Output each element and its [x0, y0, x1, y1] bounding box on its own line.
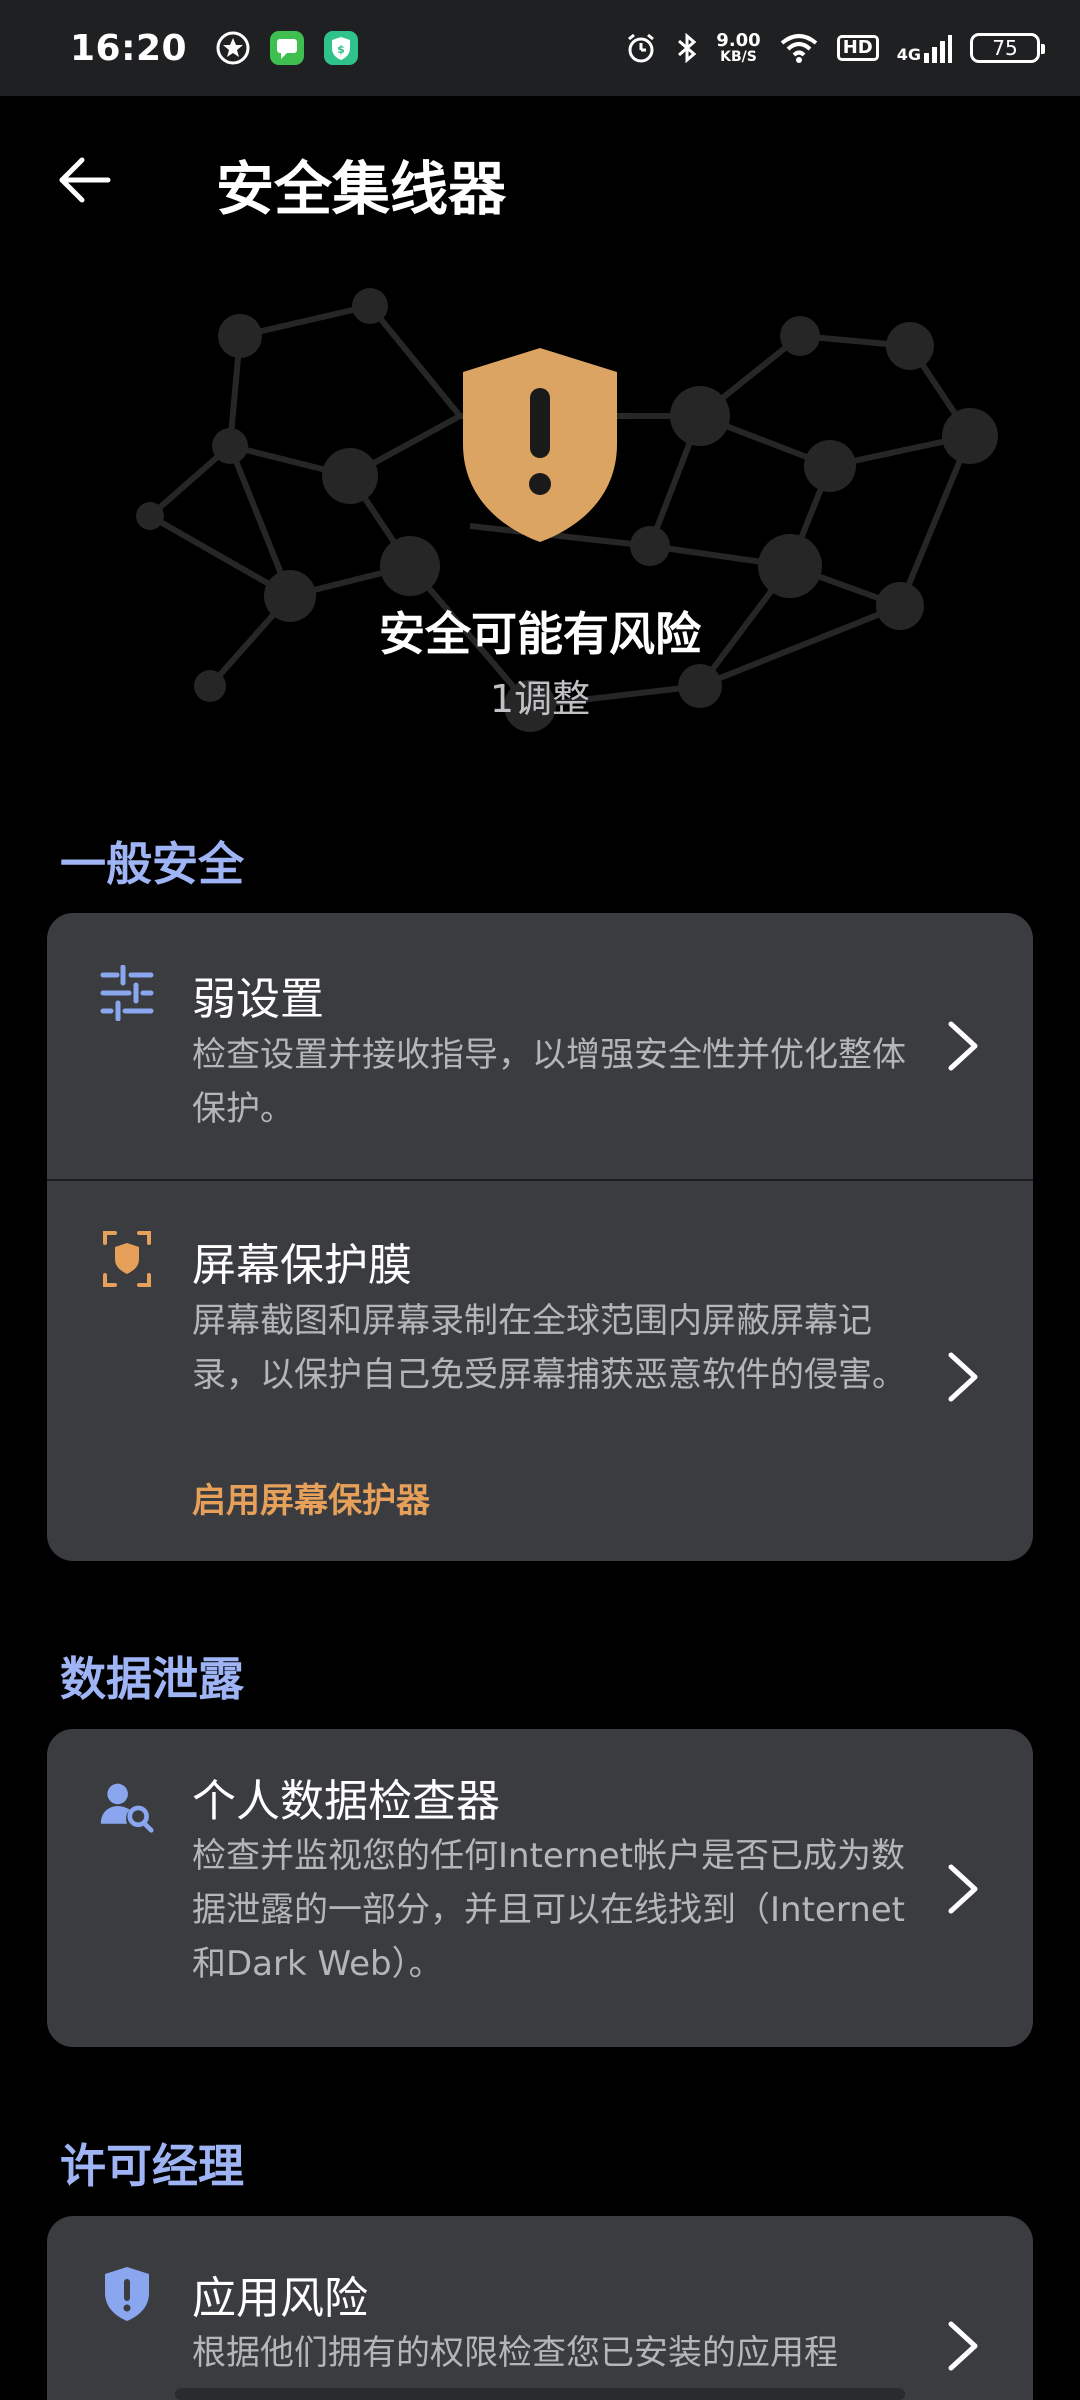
section-header-general: 一般安全: [60, 837, 244, 891]
shield-alert-icon: [99, 2266, 155, 2322]
item-description: 检查设置并接收指导，以增强安全性并优化整体保护。: [192, 1035, 906, 1129]
chevron-right-icon: [948, 2321, 978, 2371]
item-title: 弱设置: [192, 974, 324, 1025]
enable-screen-protector-link[interactable]: 启用屏幕保护器: [192, 1473, 430, 1522]
shield-warning-icon: [463, 348, 617, 542]
card-general-security: 弱设置 检查设置并接收指导，以增强安全性并优化整体保护。 屏幕保护膜 屏幕截图和…: [47, 913, 1033, 1561]
person-search-icon: [99, 1779, 155, 1835]
section-header-permission: 许可经理: [60, 2139, 244, 2193]
alarm-icon: [628, 33, 655, 63]
hd-indicator: HD: [836, 35, 879, 61]
list-item-weak-settings[interactable]: 弱设置 检查设置并接收指导，以增强安全性并优化整体保护。: [47, 913, 1033, 1179]
wifi-icon: [780, 34, 817, 63]
svg-text:$: $: [337, 43, 345, 56]
security-app-icon: $: [324, 31, 359, 65]
item-description: 根据他们拥有的权限检查您已安装的应用程: [192, 2333, 838, 2373]
chevron-right-icon: [948, 1021, 978, 1071]
bluetooth-icon: [678, 32, 697, 64]
network-speed: 9.00 KB/S: [716, 30, 761, 65]
messages-app-icon: [270, 31, 305, 65]
star-badge-icon: [216, 31, 250, 65]
arrow-left-icon: [59, 157, 111, 203]
card-data-leak: 个人数据检查器 检查并监视您的任何Internet帐户是否已成为数据泄露的一部分…: [47, 1729, 1033, 2047]
section-header-data-leak: 数据泄露: [60, 1652, 244, 1706]
page-title: 安全集线器: [216, 155, 507, 223]
item-title: 个人数据检查器: [192, 1776, 500, 1827]
security-status-subtitle: 1调整: [489, 677, 591, 721]
chevron-right-icon: [948, 1864, 978, 1914]
security-status-title: 安全可能有风险: [379, 607, 701, 661]
list-item-screen-protector[interactable]: 屏幕保护膜 屏幕截图和屏幕录制在全球范围内屏蔽屏幕记录，以保护自己免受屏幕捕获恶…: [47, 1179, 1033, 1561]
back-button[interactable]: [52, 148, 116, 212]
card-permission: 应用风险 根据他们拥有的权限检查您已安装的应用程: [47, 2216, 1033, 2400]
cell-signal-icon: 4G: [897, 33, 952, 63]
security-status-hero: 安全可能有风险 1调整: [0, 266, 1080, 766]
sliders-icon: [99, 965, 155, 1021]
status-time: 16:20: [70, 27, 188, 69]
screen-shield-icon: [99, 1231, 155, 1287]
item-description: 屏幕截图和屏幕录制在全球范围内屏蔽屏幕记录，以保护自己免受屏幕捕获恶意软件的侵害…: [192, 1301, 906, 1395]
item-title: 屏幕保护膜: [192, 1240, 412, 1291]
scroll-indicator: [175, 2388, 905, 2400]
status-bar: 16:20 $ 9.00 KB/S HD 4G 75: [0, 0, 1080, 96]
list-item-app-risk[interactable]: 应用风险 根据他们拥有的权限检查您已安装的应用程: [47, 2216, 1033, 2400]
battery-indicator: 75: [970, 33, 1045, 63]
item-description: 检查并监视您的任何Internet帐户是否已成为数据泄露的一部分，并且可以在线找…: [192, 1836, 906, 1984]
app-bar: 安全集线器: [0, 96, 1080, 266]
item-title: 应用风险: [192, 2273, 368, 2324]
list-item-personal-data-checker[interactable]: 个人数据检查器 检查并监视您的任何Internet帐户是否已成为数据泄露的一部分…: [47, 1729, 1033, 2047]
chevron-right-icon: [948, 1352, 978, 1402]
